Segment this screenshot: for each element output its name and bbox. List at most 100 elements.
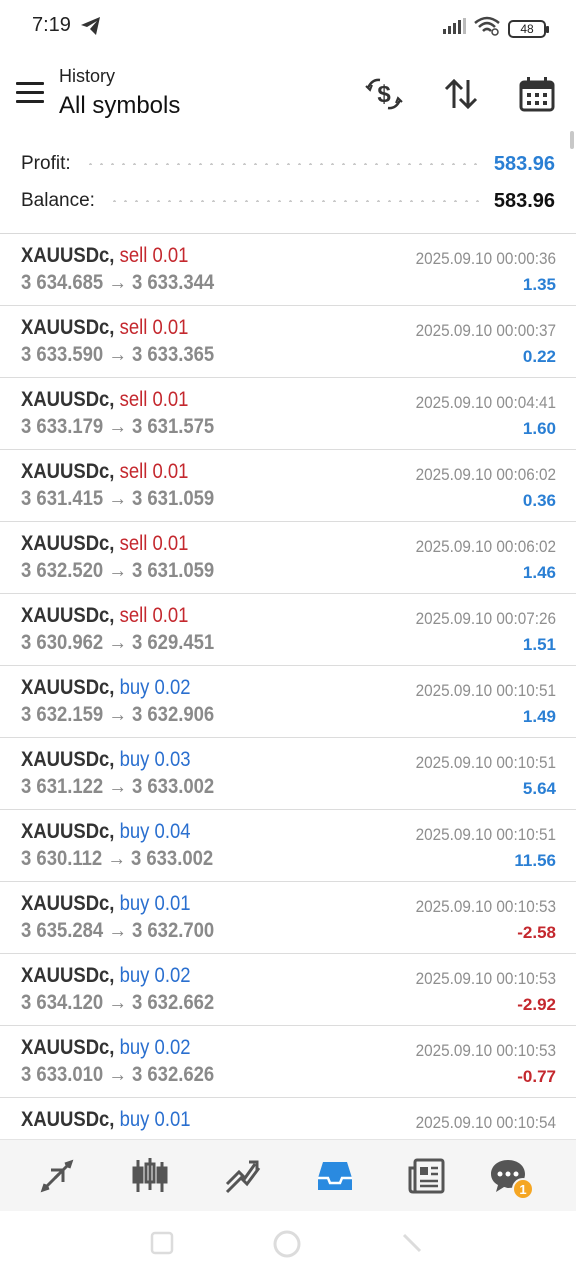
symbol-text: XAUUSDc, bbox=[21, 1108, 115, 1131]
open-price: 3 634.120 bbox=[21, 991, 104, 1014]
trade-profit: 1.60 bbox=[522, 419, 556, 438]
trade-time: 2025.09.10 00:10:51 bbox=[415, 753, 556, 772]
trade-row[interactable]: XAUUSDc, sell 0.01 3 630.962 → 3 629.451… bbox=[0, 594, 576, 666]
arrow-icon: → bbox=[108, 487, 127, 510]
messages-icon[interactable]: 1 bbox=[484, 1154, 534, 1200]
trade-row[interactable]: XAUUSDc, buy 0.02 3 632.159 → 3 632.906 … bbox=[0, 666, 576, 738]
symbol-text: XAUUSDc, bbox=[21, 820, 115, 843]
arrow-icon: → bbox=[108, 631, 127, 654]
trade-row[interactable]: XAUUSDc, buy 0.01 3 635.284 → 3 632.700 … bbox=[0, 882, 576, 954]
close-price: 3 633.002 bbox=[131, 775, 215, 798]
menu-icon[interactable] bbox=[16, 82, 44, 104]
trade-symbol: XAUUSDc, buy 0.03 bbox=[21, 748, 191, 772]
arrow-icon: → bbox=[108, 703, 127, 726]
trade-prices: 3 633.590 → 3 633.365 bbox=[21, 343, 214, 367]
trade-side: sell 0.01 bbox=[120, 460, 189, 483]
trade-row[interactable]: XAUUSDc, sell 0.01 3 631.415 → 3 631.059… bbox=[0, 450, 576, 522]
open-price: 3 632.159 bbox=[21, 703, 104, 726]
close-price: 3 629.451 bbox=[131, 631, 215, 654]
trade-row[interactable]: XAUUSDc, buy 0.04 3 630.112 → 3 633.002 … bbox=[0, 810, 576, 882]
trade-row[interactable]: XAUUSDc, sell 0.01 3 633.179 → 3 631.575… bbox=[0, 378, 576, 450]
messages-badge: 1 bbox=[512, 1178, 534, 1200]
trade-prices: 3 632.520 → 3 631.059 bbox=[21, 559, 214, 583]
trade-prices: 3 630.962 → 3 629.451 bbox=[21, 631, 214, 655]
arrow-icon: → bbox=[108, 991, 127, 1014]
trade-symbol: XAUUSDc, sell 0.01 bbox=[21, 532, 188, 556]
volume-text: 0.01 bbox=[152, 604, 189, 627]
symbol-text: XAUUSDc, bbox=[21, 244, 115, 267]
chart-icon[interactable] bbox=[126, 1154, 174, 1198]
summary-panel: Profit: 583.96 Balance: 583.96 bbox=[0, 142, 576, 232]
quotes-icon[interactable] bbox=[33, 1154, 81, 1198]
close-price: 3 632.906 bbox=[131, 703, 215, 726]
side-text: sell bbox=[119, 244, 148, 267]
svg-text:$: $ bbox=[377, 81, 391, 108]
trade-side: sell 0.01 bbox=[120, 244, 189, 267]
open-price: 3 635.284 bbox=[21, 919, 104, 942]
back-icon[interactable] bbox=[400, 1231, 424, 1260]
close-price: 3 633.344 bbox=[131, 271, 215, 294]
balance-value: 583.96 bbox=[493, 189, 555, 212]
bottom-navigation: 1 bbox=[0, 1139, 576, 1211]
trade-row[interactable]: XAUUSDc, buy 0.02 3 634.120 → 3 632.662 … bbox=[0, 954, 576, 1026]
trade-side: buy 0.03 bbox=[120, 748, 191, 771]
balance-row: Balance: 583.96 bbox=[21, 185, 555, 217]
trade-time: 2025.09.10 00:10:53 bbox=[415, 1041, 556, 1060]
signal-icon bbox=[442, 18, 466, 39]
open-price: 3 633.179 bbox=[21, 415, 104, 438]
side-text: sell bbox=[119, 388, 148, 411]
symbol-text: XAUUSDc, bbox=[21, 532, 115, 555]
trade-symbol: XAUUSDc, buy 0.02 bbox=[21, 964, 191, 988]
trade-row[interactable]: XAUUSDc, sell 0.01 3 632.520 → 3 631.059… bbox=[0, 522, 576, 594]
trade-icon[interactable] bbox=[219, 1154, 267, 1198]
trade-time: 2025.09.10 00:06:02 bbox=[415, 537, 556, 556]
trade-side: buy 0.04 bbox=[120, 820, 191, 843]
trade-symbol: XAUUSDc, sell 0.01 bbox=[21, 604, 188, 628]
trade-time: 2025.09.10 00:00:37 bbox=[415, 321, 556, 340]
news-icon[interactable] bbox=[403, 1154, 451, 1198]
side-text: sell bbox=[119, 316, 148, 339]
status-bar: 7:19 48 bbox=[0, 0, 576, 52]
trade-row[interactable]: XAUUSDc, sell 0.01 3 633.590 → 3 633.365… bbox=[0, 306, 576, 378]
trade-prices: 3 631.415 → 3 631.059 bbox=[21, 487, 214, 511]
trade-row[interactable]: XAUUSDc, sell 0.01 3 634.685 → 3 633.344… bbox=[0, 234, 576, 306]
trade-side: sell 0.01 bbox=[120, 316, 189, 339]
arrow-icon: → bbox=[108, 271, 127, 294]
trade-symbol: XAUUSDc, buy 0.01 bbox=[21, 1108, 191, 1132]
telegram-icon bbox=[80, 16, 102, 41]
trade-row[interactable]: XAUUSDc, buy 0.03 3 631.122 → 3 633.002 … bbox=[0, 738, 576, 810]
trade-history-list[interactable]: XAUUSDc, sell 0.01 3 634.685 → 3 633.344… bbox=[0, 234, 576, 1139]
dollar-exchange-icon[interactable]: $ bbox=[362, 72, 406, 116]
close-price: 3 633.002 bbox=[130, 847, 214, 870]
system-navigation bbox=[0, 1211, 576, 1280]
open-price: 3 630.962 bbox=[21, 631, 104, 654]
symbol-text: XAUUSDc, bbox=[21, 316, 115, 339]
side-text: buy bbox=[119, 1036, 150, 1059]
trade-row[interactable]: XAUUSDc, buy 0.01 2025.09.10 00:10:54 bbox=[0, 1098, 576, 1139]
trade-side: sell 0.01 bbox=[120, 532, 189, 555]
history-icon[interactable] bbox=[311, 1154, 359, 1198]
close-price: 3 632.662 bbox=[131, 991, 215, 1014]
trade-row[interactable]: XAUUSDc, buy 0.02 3 633.010 → 3 632.626 … bbox=[0, 1026, 576, 1098]
home-icon[interactable] bbox=[272, 1229, 302, 1264]
dotted-leader bbox=[108, 200, 480, 202]
app-header: History All symbols $ bbox=[0, 56, 576, 132]
trade-time: 2025.09.10 00:04:41 bbox=[415, 393, 556, 412]
symbol-text: XAUUSDc, bbox=[21, 388, 115, 411]
page-title[interactable]: All symbols bbox=[59, 92, 180, 120]
trade-profit: -0.77 bbox=[517, 1067, 556, 1086]
trade-prices: 3 635.284 → 3 632.700 bbox=[21, 919, 214, 943]
volume-text: 0.02 bbox=[154, 964, 191, 987]
volume-text: 0.01 bbox=[152, 244, 189, 267]
trade-side: sell 0.01 bbox=[120, 604, 189, 627]
side-text: sell bbox=[119, 532, 148, 555]
trade-profit: 0.36 bbox=[522, 491, 556, 510]
volume-text: 0.01 bbox=[152, 460, 189, 483]
volume-text: 0.02 bbox=[154, 676, 191, 699]
trade-profit: 1.51 bbox=[522, 635, 556, 654]
trade-time: 2025.09.10 00:10:51 bbox=[415, 681, 556, 700]
sort-icon[interactable] bbox=[439, 72, 483, 116]
recent-apps-icon[interactable] bbox=[150, 1231, 174, 1260]
calendar-icon[interactable] bbox=[515, 72, 559, 116]
symbol-text: XAUUSDc, bbox=[21, 1036, 115, 1059]
